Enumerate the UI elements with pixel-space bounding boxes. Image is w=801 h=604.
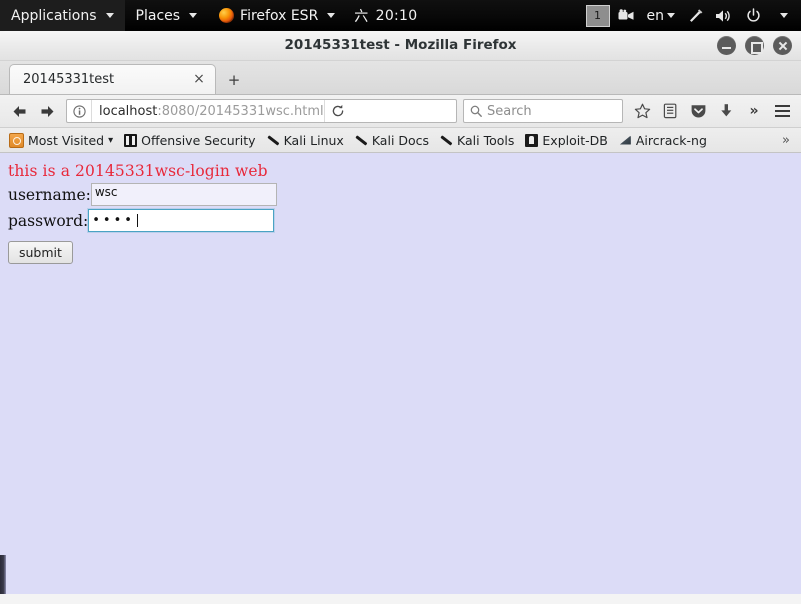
- search-icon: [470, 105, 482, 117]
- desktop-top-panel: Applications Places Firefox ESR 六 20:10 …: [0, 0, 801, 31]
- kali-dragon-icon: [355, 134, 368, 147]
- maximize-button[interactable]: [745, 36, 764, 55]
- bookmark-kali-tools[interactable]: Kali Tools: [435, 131, 519, 150]
- applications-menu[interactable]: Applications: [0, 0, 125, 31]
- window-title: 20145331test - Mozilla Firefox: [284, 37, 517, 53]
- bookmark-most-visited[interactable]: Most Visited ▾: [4, 131, 118, 150]
- clock-time: 20:10: [375, 7, 418, 24]
- aircrack-ng-icon: [619, 134, 632, 147]
- exploit-db-icon: [525, 133, 539, 147]
- kali-dragon-icon: [440, 134, 453, 147]
- panel-clock[interactable]: 六 20:10: [346, 6, 425, 26]
- video-camera-icon[interactable]: [614, 0, 640, 31]
- navigation-toolbar: localhost:8080/20145331wsc.html Search »: [0, 95, 801, 128]
- download-icon[interactable]: [713, 98, 739, 124]
- bookmarks-overflow-button[interactable]: »: [775, 133, 797, 148]
- new-tab-button[interactable]: +: [221, 66, 247, 93]
- language-label: en: [646, 7, 665, 24]
- signal-icon[interactable]: [682, 0, 708, 31]
- window-edge-strip: [0, 555, 6, 594]
- url-host: localhost: [99, 103, 158, 119]
- search-input[interactable]: Search: [463, 99, 623, 123]
- page-content: this is a 20145331wsc-login web username…: [0, 153, 801, 594]
- hamburger-menu-icon[interactable]: [769, 98, 795, 124]
- tab-strip: 20145331test × +: [0, 61, 801, 95]
- username-label: username:: [8, 185, 91, 204]
- chevron-down-icon: ▾: [108, 134, 114, 146]
- screen: Applications Places Firefox ESR 六 20:10 …: [0, 0, 801, 604]
- username-input[interactable]: wsc: [90, 183, 277, 206]
- submit-button[interactable]: submit: [8, 241, 73, 264]
- password-masked-value: ••••: [92, 213, 135, 228]
- bookmark-kali-docs[interactable]: Kali Docs: [350, 131, 434, 150]
- minimize-button[interactable]: [717, 36, 736, 55]
- search-placeholder: Search: [487, 103, 532, 119]
- chevron-down-icon: [327, 13, 336, 18]
- applications-menu-label: Applications: [11, 7, 97, 24]
- language-indicator[interactable]: en: [643, 8, 680, 24]
- password-row: password: ••••: [0, 206, 801, 232]
- chevron-down-icon: [105, 13, 114, 18]
- back-button[interactable]: [6, 98, 32, 124]
- most-visited-icon: [9, 132, 24, 148]
- reload-icon[interactable]: [323, 100, 351, 122]
- tab-close-icon[interactable]: ×: [191, 71, 207, 88]
- chevron-down-icon: [779, 13, 788, 18]
- window-controls: [717, 36, 792, 55]
- places-menu-label: Places: [135, 7, 181, 24]
- bookmark-label: Exploit-DB: [542, 132, 608, 148]
- hamburger-lines: [774, 105, 790, 117]
- username-row: username: wsc: [0, 180, 801, 206]
- bookmark-label: Kali Docs: [371, 132, 430, 148]
- firefox-esr-menu[interactable]: Firefox ESR: [208, 0, 346, 31]
- info-icon[interactable]: [67, 100, 92, 122]
- password-input[interactable]: ••••: [88, 209, 275, 232]
- firefox-esr-label: Firefox ESR: [240, 7, 319, 24]
- bookmark-kali-linux[interactable]: Kali Linux: [262, 131, 349, 150]
- clock-day: 六: [354, 8, 369, 25]
- bookmark-aircrack-ng[interactable]: Aircrack-ng: [614, 131, 712, 150]
- offensive-security-icon: [124, 133, 138, 147]
- system-tray: en: [614, 0, 801, 31]
- places-menu[interactable]: Places: [125, 0, 209, 31]
- tab-label: 20145331test: [23, 72, 115, 87]
- firefox-window: 20145331test - Mozilla Firefox 20145331t…: [0, 31, 801, 604]
- bookmark-label: Offensive Security: [141, 132, 256, 148]
- url-text[interactable]: localhost:8080/20145331wsc.html: [92, 104, 324, 119]
- close-button[interactable]: [773, 36, 792, 55]
- pocket-icon[interactable]: [685, 98, 711, 124]
- bookmark-label: Kali Tools: [457, 132, 515, 148]
- password-label: password:: [8, 211, 89, 230]
- library-icon[interactable]: [657, 98, 683, 124]
- power-icon[interactable]: [740, 0, 766, 31]
- toolbar-overflow-button[interactable]: »: [741, 98, 767, 124]
- chevron-down-icon: [189, 13, 198, 18]
- firefox-icon: [219, 8, 235, 23]
- forward-button[interactable]: [34, 98, 60, 124]
- url-path: :8080/20145331wsc.html: [157, 103, 324, 119]
- url-bar[interactable]: localhost:8080/20145331wsc.html: [66, 99, 457, 123]
- text-caret: [136, 214, 138, 227]
- chevron-down-icon: [667, 13, 675, 18]
- star-icon[interactable]: [629, 98, 655, 124]
- bookmark-label: Kali Linux: [283, 132, 344, 148]
- kali-dragon-icon: [267, 134, 280, 147]
- speaker-icon[interactable]: [711, 0, 737, 31]
- workspace-indicator[interactable]: 1: [585, 4, 610, 27]
- bookmark-label: Aircrack-ng: [635, 132, 707, 148]
- bookmark-label: Most Visited: [28, 132, 105, 148]
- tab-20145331test[interactable]: 20145331test ×: [9, 64, 216, 94]
- page-heading: this is a 20145331wsc-login web: [8, 162, 268, 180]
- power-menu-caret[interactable]: [769, 0, 795, 31]
- window-titlebar: 20145331test - Mozilla Firefox: [0, 31, 801, 61]
- bookmark-exploit-db[interactable]: Exploit-DB: [520, 131, 612, 150]
- bookmarks-bar: Most Visited ▾ Offensive Security Kali L…: [0, 128, 801, 153]
- bookmark-offensive-security[interactable]: Offensive Security: [119, 131, 260, 150]
